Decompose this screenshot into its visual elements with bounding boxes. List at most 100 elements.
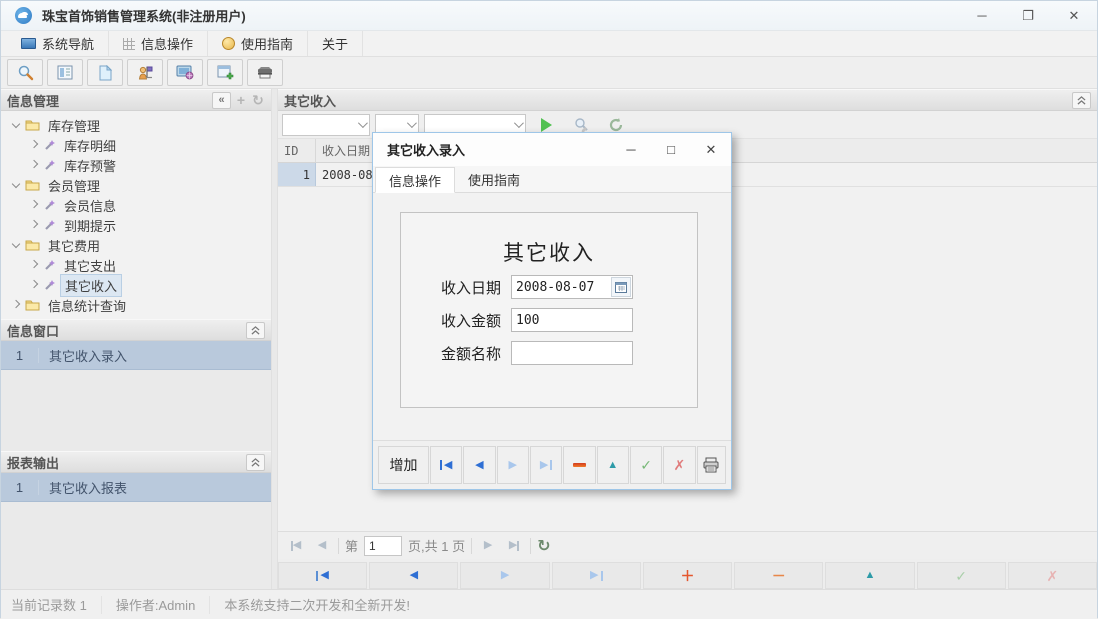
tree-label: 到期提示	[64, 218, 117, 234]
restore-button[interactable]: ❐	[1005, 1, 1051, 30]
tree-node-other-expense[interactable]: 其它支出	[1, 255, 271, 275]
prev-record-button[interactable]: ◀	[463, 446, 496, 484]
refresh-grid-icon[interactable]: ↻	[537, 536, 550, 556]
dialog-maximize-button[interactable]: □	[651, 133, 691, 166]
divider	[530, 537, 532, 554]
delete-record-button[interactable]	[563, 446, 596, 484]
minus-icon: －	[771, 567, 786, 584]
edit-record-button[interactable]: ▲	[596, 446, 629, 484]
search-icon	[18, 65, 33, 81]
chevron-right-icon[interactable]	[29, 260, 39, 270]
groupbox-heading: 其它收入	[503, 242, 595, 265]
add-icon[interactable]: +	[234, 93, 248, 107]
first-page-button[interactable]: ◀	[286, 536, 306, 556]
edit-record-button[interactable]: ▲	[825, 562, 915, 589]
user-flag-icon	[138, 66, 152, 79]
last-record-button[interactable]: ▶	[529, 446, 563, 484]
minimize-button[interactable]: ─	[959, 1, 1005, 30]
chevron-down-icon[interactable]	[11, 180, 21, 190]
screen-globe-button[interactable]	[167, 59, 203, 86]
filter-field-select[interactable]	[282, 113, 370, 136]
menu-user-guide[interactable]: 使用指南	[208, 31, 309, 56]
refresh-icon[interactable]: ↻	[251, 93, 265, 107]
menu-about[interactable]: 关于	[308, 31, 364, 56]
next-page-button[interactable]: ▶	[478, 536, 498, 556]
tree-node-inventory-detail[interactable]: 库存明细	[1, 135, 271, 155]
collapse-panel-button[interactable]	[246, 453, 265, 471]
date-input[interactable]	[512, 276, 611, 298]
chevron-down-icon[interactable]	[11, 120, 21, 130]
tab-info-operate[interactable]: 信息操作	[375, 167, 456, 193]
grid-icon	[123, 37, 136, 50]
dialog-minimize-button[interactable]: ─	[611, 133, 651, 166]
next-record-button[interactable]: ▶	[496, 446, 529, 484]
tree-label: 其它收入	[60, 273, 123, 297]
search-button[interactable]	[7, 59, 43, 86]
tree-node-other-expenses[interactable]: 其它费用	[1, 235, 271, 255]
chevron-down-icon[interactable]	[11, 240, 21, 250]
windows-panel-header: 信息窗口	[1, 319, 271, 341]
report-panel-header: 报表输出	[1, 451, 271, 473]
chevron-right-icon[interactable]	[29, 160, 39, 170]
tree-node-other-income[interactable]: 其它收入	[1, 273, 271, 297]
last-page-button[interactable]: ▶	[504, 536, 524, 556]
collapse-panel-button[interactable]	[1072, 91, 1091, 109]
last-record-button[interactable]: ▶	[551, 562, 641, 589]
collapse-panel-button[interactable]	[246, 321, 265, 339]
chevron-right-icon[interactable]	[29, 280, 39, 290]
first-record-button[interactable]: ◀	[278, 562, 368, 589]
tree-panel-title: 信息管理	[7, 93, 60, 109]
calendar-dropdown-button[interactable]	[611, 277, 631, 297]
first-record-button[interactable]: ◀	[429, 446, 463, 484]
form-list-button[interactable]	[47, 59, 83, 86]
tree-label: 其它支出	[64, 258, 117, 274]
tree-node-inventory-warning[interactable]: 库存预警	[1, 155, 271, 175]
sidebar-splitter[interactable]	[271, 89, 278, 589]
add-button[interactable]: 增加	[378, 446, 429, 484]
list-item-income-report[interactable]: 1 其它收入报表	[1, 473, 271, 502]
menu-info-operate[interactable]: 信息操作	[109, 31, 209, 56]
divider	[471, 537, 473, 554]
statusbar: 当前记录数 1 操作者:Admin 本系统支持二次开发和全新开发!	[1, 589, 1097, 619]
post-record-button[interactable]: ✓	[629, 446, 663, 484]
tree-node-expiry-reminder[interactable]: 到期提示	[1, 215, 271, 235]
next-record-button[interactable]: ▶	[460, 562, 550, 589]
column-header-id[interactable]: ID	[278, 139, 316, 162]
tab-user-guide[interactable]: 使用指南	[455, 166, 533, 192]
prev-page-button[interactable]: ◀	[312, 536, 332, 556]
chevron-right-icon[interactable]	[29, 140, 39, 150]
add-record-button[interactable]: ＋	[642, 562, 733, 589]
chevron-right-icon[interactable]	[29, 200, 39, 210]
tree-node-inventory-mgmt[interactable]: 库存管理	[1, 115, 271, 135]
page-number-input[interactable]	[364, 535, 403, 556]
close-button[interactable]: ✕	[1051, 1, 1097, 30]
tree-node-statistics-query[interactable]: 信息统计查询	[1, 295, 271, 315]
record-navbar: ◀ ◀ ▶ ▶ ＋ － ▲ ✓ ✗	[278, 562, 1097, 589]
cancel-record-button[interactable]: ✗	[663, 446, 696, 484]
delete-record-button[interactable]: －	[734, 562, 824, 589]
menu-system-nav[interactable]: 系统导航	[7, 31, 110, 56]
name-input[interactable]	[512, 342, 632, 364]
cancel-record-button[interactable]: ✗	[1007, 562, 1097, 589]
chevron-right-icon[interactable]	[11, 300, 21, 310]
amount-input[interactable]	[512, 309, 632, 331]
document-button[interactable]	[87, 59, 123, 86]
prev-record-button[interactable]: ◀	[369, 562, 459, 589]
dialog-titlebar[interactable]: 其它收入录入 ─ □ ✕	[373, 133, 731, 166]
status-record-count: 当前记录数 1	[1, 595, 102, 614]
menu-label: 系统导航	[42, 37, 95, 52]
tree-node-member-mgmt[interactable]: 会员管理	[1, 175, 271, 195]
report-panel-title: 报表输出	[7, 455, 60, 471]
print-button[interactable]	[696, 446, 726, 484]
menu-label: 信息操作	[141, 37, 194, 52]
chevron-right-icon[interactable]	[29, 220, 39, 230]
collapse-sidebar-button[interactable]: «	[212, 91, 231, 109]
list-item-income-entry[interactable]: 1 其它收入录入	[1, 341, 271, 370]
window-add-button[interactable]	[207, 59, 243, 86]
name-field-row: 金额名称	[401, 341, 697, 365]
tree-node-member-info[interactable]: 会员信息	[1, 195, 271, 215]
dialog-close-button[interactable]: ✕	[691, 133, 731, 166]
post-record-button[interactable]: ✓	[916, 562, 1006, 589]
archive-button[interactable]	[247, 59, 283, 86]
user-flag-button[interactable]	[127, 59, 163, 86]
